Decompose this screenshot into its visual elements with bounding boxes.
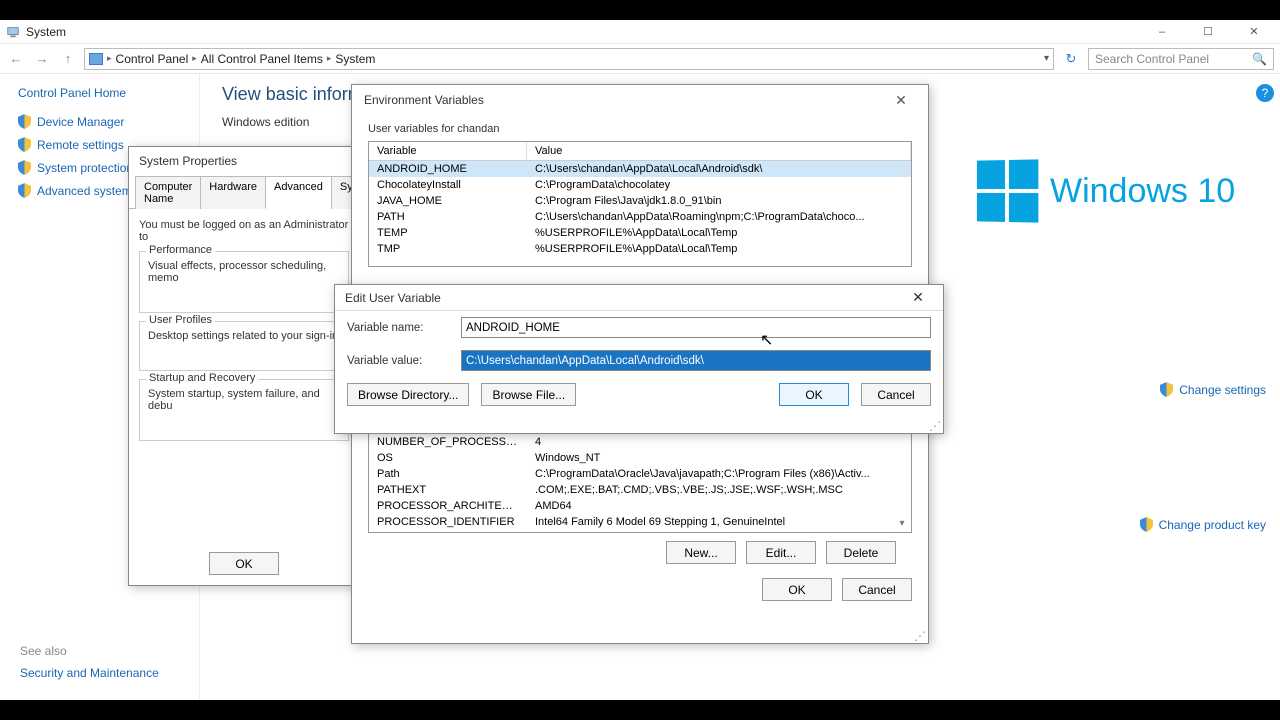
close-button[interactable]: ✕ (1234, 21, 1274, 43)
breadcrumb-item[interactable]: Control Panel (116, 52, 189, 66)
variable-value-label: Variable value: (347, 355, 451, 367)
column-variable[interactable]: Variable (369, 142, 527, 160)
edit-user-variable-dialog: Edit User Variable ✕ Variable name: Vari… (334, 284, 944, 434)
table-row[interactable]: PATHC:\Users\chandan\AppData\Roaming\npm… (369, 209, 911, 225)
user-profiles-group: User Profiles Desktop settings related t… (139, 321, 349, 371)
envvars-cancel-button[interactable]: Cancel (842, 578, 912, 601)
chevron-right-icon: ▸ (327, 53, 332, 64)
shield-icon (18, 137, 31, 152)
see-also-title: See also (20, 644, 159, 658)
up-button[interactable]: ↑ (58, 49, 78, 69)
search-placeholder: Search Control Panel (1095, 52, 1209, 66)
tab-computer-name[interactable]: Computer Name (135, 176, 201, 209)
column-value[interactable]: Value (527, 142, 911, 160)
table-row[interactable]: PathC:\ProgramData\Oracle\Java\javapath;… (369, 466, 911, 482)
variable-name-input[interactable] (461, 317, 931, 338)
shield-icon (18, 160, 31, 175)
table-row[interactable]: TMP%USERPROFILE%\AppData\Local\Temp (369, 241, 911, 257)
maximize-button[interactable]: ☐ (1188, 21, 1228, 43)
table-row[interactable]: PROCESSOR_IDENTIFIERIntel64 Family 6 Mod… (369, 514, 911, 530)
sidebar-item-device-manager[interactable]: Device Manager (18, 114, 199, 129)
system-properties-dialog: System Properties Computer Name Hardware… (128, 146, 360, 586)
windows-logo-icon (977, 159, 1038, 222)
performance-group: Performance Visual effects, processor sc… (139, 251, 349, 313)
table-row[interactable]: PROCESSOR_ARCHITECTUREAMD64 (369, 498, 911, 514)
location-icon (89, 53, 103, 65)
dialog-title: Edit User Variable (345, 291, 441, 305)
sys-edit-button[interactable]: Edit... (746, 541, 816, 564)
editvar-ok-button[interactable]: OK (779, 383, 849, 406)
windows-logo: Windows 10 (976, 160, 1266, 222)
search-icon: 🔍 (1252, 52, 1267, 66)
shield-icon (1140, 517, 1153, 532)
breadcrumb-item[interactable]: All Control Panel Items (201, 52, 323, 66)
security-maintenance-link[interactable]: Security and Maintenance (20, 666, 159, 680)
shield-icon (1160, 382, 1173, 397)
window-title: System (26, 25, 66, 39)
close-icon[interactable]: ✕ (903, 289, 933, 306)
browse-directory-button[interactable]: Browse Directory... (347, 383, 469, 406)
change-settings-link[interactable]: Change settings (976, 382, 1266, 397)
admin-message: You must be logged on as an Administrato… (139, 219, 349, 243)
browse-file-button[interactable]: Browse File... (481, 383, 576, 406)
sys-delete-button[interactable]: Delete (826, 541, 896, 564)
system-icon (6, 25, 20, 39)
table-row[interactable]: PATHEXT.COM;.EXE;.BAT;.CMD;.VBS;.VBE;.JS… (369, 482, 911, 498)
chevron-down-icon[interactable]: ▾ (1044, 53, 1049, 64)
shield-icon (18, 183, 31, 198)
close-icon[interactable]: ✕ (886, 92, 916, 109)
editvar-cancel-button[interactable]: Cancel (861, 383, 931, 406)
resize-grip-icon[interactable]: ⋰ (929, 419, 941, 431)
shield-icon (18, 114, 31, 129)
sysprops-ok-button[interactable]: OK (209, 552, 279, 575)
table-row[interactable]: ChocolateyInstallC:\ProgramData\chocolat… (369, 177, 911, 193)
control-panel-home-link[interactable]: Control Panel Home (18, 86, 199, 100)
navbar: ← → ↑ ▸ Control Panel ▸ All Control Pane… (0, 44, 1280, 74)
dialog-title: System Properties (129, 147, 359, 175)
chevron-right-icon: ▸ (192, 53, 197, 64)
dialog-title: Environment Variables (364, 93, 484, 107)
back-button[interactable]: ← (6, 49, 26, 69)
refresh-button[interactable]: ↻ (1060, 48, 1082, 70)
windows-brand-text: Windows 10 (1050, 172, 1235, 211)
chevron-right-icon: ▸ (107, 53, 112, 64)
system-variables-group: NUMBER_OF_PROCESSORS4OSWindows_NTPathC:\… (368, 433, 912, 564)
minimize-button[interactable]: – (1142, 21, 1182, 43)
table-row[interactable]: ANDROID_HOMEC:\Users\chandan\AppData\Loc… (369, 161, 911, 177)
user-variables-list[interactable]: Variable Value ANDROID_HOMEC:\Users\chan… (368, 141, 912, 267)
table-row[interactable]: JAVA_HOMEC:\Program Files\Java\jdk1.8.0_… (369, 193, 911, 209)
variable-value-input[interactable] (461, 350, 931, 371)
titlebar: System – ☐ ✕ (0, 20, 1280, 44)
change-product-key-link[interactable]: Change product key (976, 517, 1266, 532)
envvars-ok-button[interactable]: OK (762, 578, 832, 601)
table-row[interactable]: TEMP%USERPROFILE%\AppData\Local\Temp (369, 225, 911, 241)
user-variables-group: User variables for chandan Variable Valu… (368, 123, 912, 267)
scroll-down-icon[interactable]: ▾ (894, 515, 910, 531)
system-variables-list[interactable]: NUMBER_OF_PROCESSORS4OSWindows_NTPathC:\… (368, 433, 912, 533)
tabs: Computer Name Hardware Advanced Sy (129, 175, 359, 209)
forward-button[interactable]: → (32, 49, 52, 69)
breadcrumb[interactable]: ▸ Control Panel ▸ All Control Panel Item… (84, 48, 1054, 70)
user-variables-label: User variables for chandan (368, 123, 912, 135)
resize-grip-icon[interactable]: ⋰ (914, 629, 926, 641)
table-row[interactable]: NUMBER_OF_PROCESSORS4 (369, 434, 911, 450)
tab-advanced[interactable]: Advanced (265, 176, 332, 209)
breadcrumb-item[interactable]: System (335, 52, 375, 66)
tab-hardware[interactable]: Hardware (200, 176, 266, 209)
sys-new-button[interactable]: New... (666, 541, 736, 564)
search-input[interactable]: Search Control Panel 🔍 (1088, 48, 1274, 70)
startup-recovery-group: Startup and Recovery System startup, sys… (139, 379, 349, 441)
table-row[interactable]: OSWindows_NT (369, 450, 911, 466)
variable-name-label: Variable name: (347, 322, 451, 334)
